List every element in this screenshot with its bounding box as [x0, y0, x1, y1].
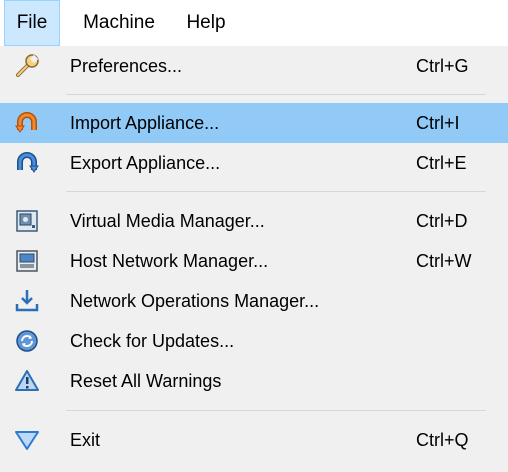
menu-item-label: Export Appliance...	[70, 153, 221, 173]
menu-item-label: Virtual Media Manager...	[70, 211, 265, 231]
menu-item-shortcut: Ctrl+G	[416, 56, 469, 76]
virtual-media-icon	[14, 208, 40, 234]
menu-item-label: Network Operations Manager...	[70, 291, 320, 311]
exit-triangle-icon	[14, 427, 40, 453]
menu-item-shortcut: Ctrl+W	[416, 251, 472, 271]
menu-item-reset-all-warnings[interactable]: Reset All Warnings	[0, 361, 508, 401]
menu-item-label: Reset All Warnings	[70, 371, 222, 391]
menu-item-shortcut: Ctrl+E	[416, 153, 467, 173]
file-menu-dropdown: Preferences... Ctrl+G Import Appliance..…	[0, 46, 508, 472]
menu-item-preferences[interactable]: Preferences... Ctrl+G	[0, 46, 508, 86]
menu-item-export-appliance[interactable]: Export Appliance... Ctrl+E	[0, 143, 508, 183]
menu-item-label: Host Network Manager...	[70, 251, 269, 271]
menu-item-label: Check for Updates...	[70, 331, 235, 351]
menu-item-shortcut: Ctrl+I	[416, 113, 460, 133]
menu-item-shortcut: Ctrl+D	[416, 211, 468, 231]
menu-item-host-network-manager[interactable]: Host Network Manager... Ctrl+W	[0, 241, 508, 281]
menu-item-import-appliance[interactable]: Import Appliance... Ctrl+I	[0, 103, 508, 143]
warning-icon	[14, 368, 40, 394]
refresh-icon	[14, 328, 40, 354]
menu-separator	[66, 410, 486, 411]
menu-item-label: Import Appliance...	[70, 113, 220, 133]
menu-item-label: Preferences...	[70, 56, 183, 76]
menu-file-label: File	[16, 12, 48, 33]
wrench-icon	[14, 53, 40, 79]
menu-item-shortcut: Ctrl+Q	[416, 430, 469, 450]
host-network-icon	[14, 248, 40, 274]
menu-help[interactable]: Help	[178, 0, 234, 46]
menu-separator	[66, 191, 486, 192]
menu-item-label: Exit	[70, 430, 101, 450]
menu-item-check-for-updates[interactable]: Check for Updates...	[0, 321, 508, 361]
menu-bar: File Machine Help	[0, 0, 508, 46]
menu-file[interactable]: File	[4, 0, 60, 46]
menu-item-virtual-media-manager[interactable]: Virtual Media Manager... Ctrl+D	[0, 201, 508, 241]
menu-machine-label: Machine	[83, 12, 155, 33]
menu-help-label: Help	[186, 12, 226, 33]
menu-separator	[66, 94, 486, 95]
menu-machine[interactable]: Machine	[74, 0, 164, 46]
menu-item-network-operations-manager[interactable]: Network Operations Manager...	[0, 281, 508, 321]
menu-item-exit[interactable]: Exit Ctrl+Q	[0, 420, 508, 460]
import-appliance-icon	[14, 110, 40, 136]
download-tray-icon	[14, 288, 40, 314]
export-appliance-icon	[14, 150, 40, 176]
